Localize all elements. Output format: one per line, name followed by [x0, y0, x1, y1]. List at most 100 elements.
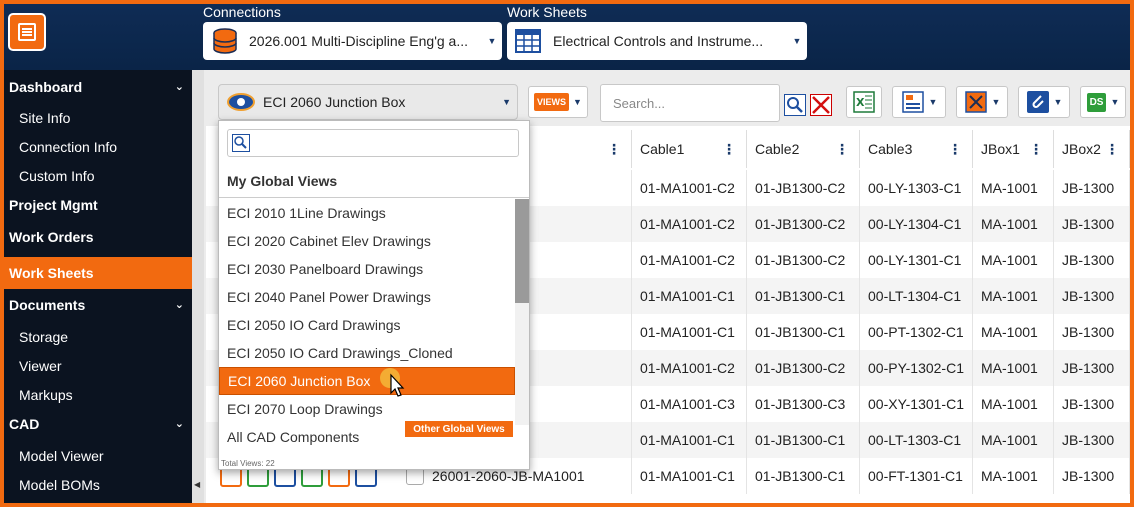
column-header-cable3[interactable]: Cable3 ⋮: [860, 130, 973, 168]
menu-icon: [18, 23, 36, 41]
sidebar-item-storage[interactable]: Storage: [4, 322, 192, 352]
row-action-icon[interactable]: [301, 467, 323, 487]
table-cell: 01-MA1001-C1: [632, 422, 747, 458]
table-cell: 00-PT-1302-C1: [860, 314, 973, 350]
column-header-jbox2[interactable]: JBox2 ⋮: [1054, 130, 1130, 168]
column-menu-icon[interactable]: ⋮: [1029, 141, 1043, 158]
row-action-icon[interactable]: [247, 467, 269, 487]
sidebar-item-markups[interactable]: Markups: [4, 380, 192, 410]
column-header-jbox1[interactable]: JBox1 ⋮: [973, 130, 1054, 168]
sidebar-item-model-viewer[interactable]: Model Viewer: [4, 441, 192, 471]
app-menu-button[interactable]: [8, 13, 46, 51]
column-menu-icon[interactable]: ⋮: [835, 141, 849, 158]
chevron-down-icon: ▼: [928, 97, 938, 107]
worksheets-select[interactable]: Electrical Controls and Instrume... ▼: [507, 22, 807, 60]
table-cell: MA-1001: [973, 278, 1054, 314]
table-cell: 01-JB1300-C1: [747, 458, 860, 494]
dropdown-view-item[interactable]: ECI 2060 Junction Box: [219, 367, 515, 395]
horizontal-scrollbar[interactable]: ◀: [192, 70, 204, 503]
dropdown-search-input[interactable]: [227, 129, 519, 157]
column-header-label: JBox1: [981, 141, 1020, 157]
scroll-left-arrow-icon[interactable]: ◀: [194, 480, 200, 489]
table-cell: 01-JB1300-C1: [747, 314, 860, 350]
connections-label: Connections: [203, 4, 281, 20]
table-cell: 00-FT-1301-C1: [860, 458, 973, 494]
search-input[interactable]: Search...: [600, 84, 780, 122]
dropdown-view-item[interactable]: ECI 2050 IO Card Drawings: [219, 311, 515, 339]
table-cell: 01-JB1300-C2: [747, 350, 860, 386]
table-cell: 00-PY-1302-C1: [860, 350, 973, 386]
table-cell: JB-1300: [1054, 170, 1130, 206]
dropdown-view-item[interactable]: ECI 2070 Loop Drawings: [219, 395, 515, 423]
table-cell: 01-JB1300-C1: [747, 278, 860, 314]
table-cell: JB-1300: [1054, 422, 1130, 458]
sidebar-item-label: Project Mgmt: [9, 197, 98, 213]
table-cell: 00-LY-1301-C1: [860, 242, 973, 278]
tools-button[interactable]: ▼: [956, 86, 1008, 118]
table-cell: MA-1001: [973, 458, 1054, 494]
search-icon: [784, 94, 806, 116]
svg-text:X: X: [856, 96, 865, 109]
column-menu-icon[interactable]: ⋮: [607, 141, 621, 158]
table-cell: 01-MA1001-C2: [632, 242, 747, 278]
dropdown-view-item[interactable]: ECI 2050 IO Card Drawings_Cloned: [219, 339, 515, 367]
table-cell: 01-MA1001-C1: [632, 314, 747, 350]
table-cell: 00-LY-1304-C1: [860, 206, 973, 242]
dropdown-view-item[interactable]: ECI 2010 1Line Drawings: [219, 199, 515, 227]
sidebar-item-connection-info[interactable]: Connection Info: [4, 132, 192, 162]
view-select[interactable]: ECI 2060 Junction Box ▼: [218, 84, 518, 120]
column-menu-icon[interactable]: ⋮: [948, 141, 962, 158]
attachment-button[interactable]: ▼: [1018, 86, 1070, 118]
table-cell: 00-LT-1303-C1: [860, 422, 973, 458]
clear-search-button[interactable]: [810, 94, 832, 121]
table-cell: JB-1300: [1054, 242, 1130, 278]
ds-button[interactable]: DS ▼: [1080, 86, 1126, 118]
row-action-icon[interactable]: [220, 467, 242, 487]
column-header-cable1[interactable]: Cable1 ⋮: [632, 130, 747, 168]
sidebar-item-label: CAD: [9, 416, 40, 432]
sidebar-item-work-sheets[interactable]: Work Sheets: [4, 257, 192, 289]
scrollbar-thumb[interactable]: [515, 199, 529, 303]
column-menu-icon[interactable]: ⋮: [722, 141, 736, 158]
report-icon: [901, 91, 924, 113]
sidebar-item-site-info[interactable]: Site Info: [4, 103, 192, 133]
sidebar-item-dashboard[interactable]: Dashboard ⌄: [4, 72, 192, 102]
sidebar-item-cad[interactable]: CAD ⌄: [4, 409, 192, 439]
table-cell: 01-JB1300-C2: [747, 206, 860, 242]
total-views-label: Total Views: 22: [221, 459, 275, 468]
other-global-views-badge[interactable]: Other Global Views: [405, 421, 513, 437]
table-cell: 01-JB1300-C2: [747, 170, 860, 206]
sidebar-item-documents[interactable]: Documents ⌄: [4, 290, 192, 320]
sidebar-item-custom-info[interactable]: Custom Info: [4, 161, 192, 191]
worksheets-label: Work Sheets: [507, 4, 587, 20]
row-action-icon[interactable]: [328, 467, 350, 487]
sidebar-item-project-mgmt[interactable]: Project Mgmt: [4, 190, 192, 220]
export-excel-button[interactable]: X: [846, 86, 882, 118]
sidebar-item-work-orders[interactable]: Work Orders: [4, 222, 192, 252]
sidebar-item-label: Viewer: [19, 358, 62, 374]
report-button[interactable]: ▼: [892, 86, 946, 118]
table-cell: 00-LY-1303-C1: [860, 170, 973, 206]
table-cell: 01-MA1001-C2: [632, 206, 747, 242]
dropdown-view-item[interactable]: ECI 2020 Cabinet Elev Drawings: [219, 227, 515, 255]
sidebar-item-model-boms[interactable]: Model BOMs: [4, 470, 192, 500]
column-header-cable2[interactable]: Cable2 ⋮: [747, 130, 860, 168]
views-button[interactable]: VIEWS ▼: [528, 86, 588, 118]
dropdown-view-item[interactable]: ECI 2040 Panel Power Drawings: [219, 283, 515, 311]
database-icon: [213, 28, 237, 54]
excel-icon: X: [853, 91, 875, 113]
dropdown-view-item[interactable]: ECI 2030 Panelboard Drawings: [219, 255, 515, 283]
sidebar-item-viewer[interactable]: Viewer: [4, 351, 192, 381]
table-cell: MA-1001: [973, 422, 1054, 458]
column-menu-icon[interactable]: ⋮: [1105, 141, 1119, 158]
chevron-down-icon: ⌄: [174, 81, 184, 93]
column-header-label: Cable3: [868, 141, 913, 157]
search-button[interactable]: [784, 94, 806, 121]
row-action-icon[interactable]: [274, 467, 296, 487]
row-action-icon[interactable]: [355, 467, 377, 487]
sidebar-item-label: Work Sheets: [9, 265, 94, 281]
chevron-down-icon: ▼: [991, 97, 1001, 107]
dropdown-scrollbar[interactable]: [515, 199, 529, 425]
connections-select[interactable]: 2026.001 Multi-Discipline Eng'g a... ▼: [203, 22, 502, 60]
table-cell: MA-1001: [973, 242, 1054, 278]
